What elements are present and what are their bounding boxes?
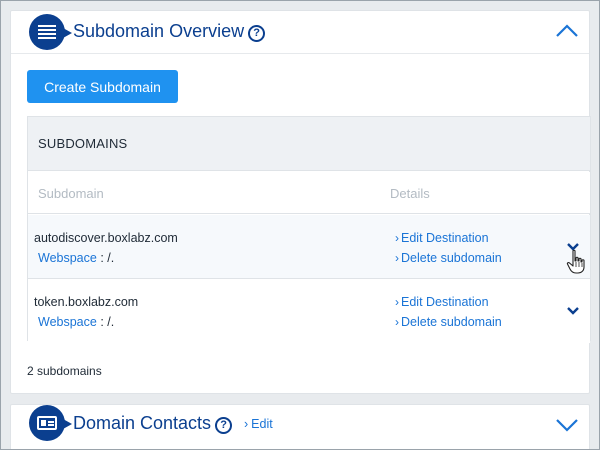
chevron-up-icon[interactable] bbox=[555, 23, 579, 39]
webspace-info: Webspace : /. bbox=[38, 315, 114, 329]
table-header: SUBDOMAINS bbox=[28, 117, 590, 171]
create-subdomain-button[interactable]: Create Subdomain bbox=[27, 70, 178, 103]
domain-contacts-panel: Domain Contacts? › Edit bbox=[10, 404, 590, 450]
webspace-link[interactable]: Webspace bbox=[38, 251, 97, 265]
column-headers: Subdomain Details bbox=[28, 172, 590, 214]
section-title: Domain Contacts? bbox=[73, 413, 233, 434]
webspace-link[interactable]: Webspace bbox=[38, 315, 97, 329]
table-row: token.boxlabz.com Webspace : /. › Edit De… bbox=[28, 279, 590, 343]
chevron-down-icon[interactable] bbox=[566, 306, 580, 316]
divider bbox=[11, 53, 589, 54]
delete-subdomain-link[interactable]: › Delete subdomain bbox=[395, 251, 502, 265]
question-circle-icon[interactable]: ? bbox=[248, 25, 266, 42]
table-row: autodiscover.boxlabz.com Webspace : /. ›… bbox=[28, 215, 590, 279]
chevron-right-icon: › bbox=[395, 295, 399, 309]
chevron-right-icon: › bbox=[395, 251, 399, 265]
subdomain-overview-header[interactable]: Subdomain Overview? bbox=[11, 11, 589, 53]
webspace-path: : /. bbox=[96, 315, 115, 329]
edit-destination-link[interactable]: › Edit Destination bbox=[395, 295, 489, 309]
subdomain-overview-panel: Subdomain Overview? Create Subdomain SUB… bbox=[10, 10, 591, 394]
question-circle-icon[interactable]: ? bbox=[215, 417, 233, 434]
edit-contacts-link[interactable]: › Edit bbox=[244, 417, 273, 431]
edit-destination-link[interactable]: › Edit Destination bbox=[395, 231, 489, 245]
section-title: Subdomain Overview? bbox=[73, 21, 266, 42]
delete-subdomain-link[interactable]: › Delete subdomain bbox=[395, 315, 502, 329]
chevron-right-icon: › bbox=[395, 315, 399, 329]
column-header-details: Details bbox=[390, 186, 430, 201]
table-title: SUBDOMAINS bbox=[38, 136, 128, 151]
list-icon bbox=[29, 14, 72, 50]
webspace-path: : /. bbox=[96, 251, 115, 265]
column-header-subdomain: Subdomain bbox=[38, 186, 104, 201]
contact-card-icon bbox=[29, 405, 72, 441]
chevron-down-icon[interactable] bbox=[555, 417, 579, 433]
subdomain-name: autodiscover.boxlabz.com bbox=[34, 231, 178, 245]
chevron-right-icon: › bbox=[395, 231, 399, 245]
hand-cursor-icon bbox=[566, 249, 585, 274]
subdomain-name: token.boxlabz.com bbox=[34, 295, 139, 309]
webspace-info: Webspace : /. bbox=[38, 251, 114, 265]
subdomain-count: 2 subdomains bbox=[27, 364, 102, 378]
chevron-right-icon: › bbox=[244, 417, 249, 431]
subdomains-table: SUBDOMAINS Subdomain Details autodiscove… bbox=[27, 116, 591, 343]
